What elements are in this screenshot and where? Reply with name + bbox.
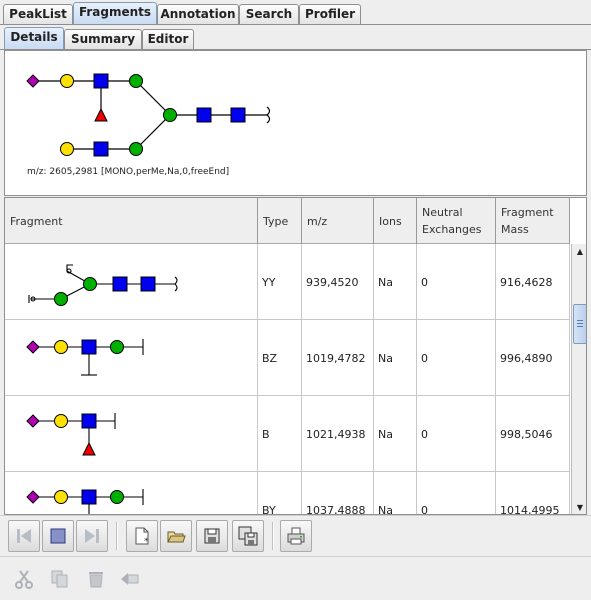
new-document-icon: * <box>135 527 149 546</box>
new-document-button[interactable]: * <box>126 520 158 552</box>
svg-text:*: * <box>144 537 149 546</box>
save-all-button[interactable] <box>232 520 264 552</box>
galactose-icon <box>60 142 74 156</box>
toolbar-separator <box>116 522 118 550</box>
type-cell: B <box>258 396 302 472</box>
table-header: Fragment Type m/z Ions Neutral Exchanges… <box>5 198 570 244</box>
table-row[interactable]: BZ 1019,4782 Na 0 996,4890 <box>5 320 570 396</box>
fragment-structure-icon <box>26 489 144 514</box>
neutral-exchanges-cell: 0 <box>417 320 496 396</box>
col-header-fragment[interactable]: Fragment <box>5 198 258 244</box>
tab-details[interactable]: Details <box>4 27 64 49</box>
ions-cell: Na <box>374 244 417 320</box>
scrollbar-thumb[interactable] <box>573 304 586 344</box>
copy-button[interactable] <box>44 563 76 595</box>
neutral-exchanges-cell: 0 <box>417 396 496 472</box>
mz-cell: 939,4520 <box>302 244 374 320</box>
neutral-exchanges-cell: 0 <box>417 244 496 320</box>
playback-file-toolbar: * <box>0 515 591 555</box>
fragment-cell <box>5 472 258 514</box>
fragment-mass-cell: 998,5046 <box>496 396 570 472</box>
fragment-mass-cell: 916,4628 <box>496 244 570 320</box>
stop-button[interactable] <box>42 520 74 552</box>
table-row[interactable]: BY 1037,4888 Na 0 1014,4995 <box>5 472 570 514</box>
scroll-down-icon[interactable]: ▼ <box>573 500 586 514</box>
toolbar-separator <box>272 522 274 550</box>
save-button[interactable] <box>196 520 228 552</box>
fragment-cell <box>5 320 258 396</box>
fragment-structure-icon <box>26 339 144 376</box>
paste-button[interactable] <box>114 563 146 595</box>
print-button[interactable] <box>280 520 312 552</box>
delete-icon <box>89 572 103 588</box>
scroll-up-icon[interactable]: ▲ <box>573 244 586 258</box>
sialic-acid-icon <box>26 74 40 88</box>
tab-divider <box>0 24 591 25</box>
tab-editor[interactable]: Editor <box>142 29 194 49</box>
glycan-structure-panel: m/z: 2605,2981 [MONO,perMe,Na,0,freeEnd] <box>4 50 587 196</box>
ions-cell: Na <box>374 320 417 396</box>
glcnac-icon <box>93 73 109 89</box>
tab-profiler[interactable]: Profiler <box>299 4 361 24</box>
mannose-icon <box>129 74 143 88</box>
mz-cell: 1021,4938 <box>302 396 374 472</box>
col-header-neutral-exchanges[interactable]: Neutral Exchanges <box>417 198 496 244</box>
ions-cell: Na <box>374 396 417 472</box>
table-row[interactable]: B 1021,4938 Na 0 998,5046 <box>5 396 570 472</box>
fragment-cell <box>5 396 258 472</box>
glcnac-icon <box>230 107 246 123</box>
glcnac-icon <box>93 141 109 157</box>
tab-fragments[interactable]: Fragments <box>73 2 157 24</box>
type-cell: BY <box>258 472 302 514</box>
step-back-icon <box>17 529 31 543</box>
col-header-fragment-mass[interactable]: Fragment Mass <box>496 198 570 244</box>
glycan-structure-diagram[interactable] <box>5 51 305 171</box>
open-folder-button[interactable] <box>160 520 192 552</box>
step-back-button[interactable] <box>8 520 40 552</box>
col-header-mz[interactable]: m/z <box>302 198 374 244</box>
fragments-table: Fragment Type m/z Ions Neutral Exchanges… <box>4 197 587 515</box>
ions-cell: Na <box>374 472 417 514</box>
mz-label: m/z: 2605,2981 [MONO,perMe,Na,0,freeEnd] <box>27 167 230 177</box>
copy-icon <box>51 570 68 588</box>
save-all-icon <box>238 526 258 546</box>
print-icon <box>287 527 305 545</box>
tab-search[interactable]: Search <box>239 4 299 24</box>
fragment-structure-icon <box>28 264 178 306</box>
stop-icon <box>50 528 66 544</box>
fragment-mass-cell: 996,4890 <box>496 320 570 396</box>
col-header-type[interactable]: Type <box>258 198 302 244</box>
step-forward-button[interactable] <box>76 520 108 552</box>
open-folder-icon <box>167 531 186 543</box>
cut-icon <box>15 570 33 589</box>
mz-cell: 1037,4888 <box>302 472 374 514</box>
edit-toolbar <box>0 556 591 600</box>
cut-button[interactable] <box>8 563 40 595</box>
fragment-structure-icon <box>26 413 116 456</box>
type-cell: BZ <box>258 320 302 396</box>
save-icon <box>204 528 220 544</box>
mz-cell: 1019,4782 <box>302 320 374 396</box>
neutral-exchanges-cell: 0 <box>417 472 496 514</box>
galactose-icon <box>60 74 74 88</box>
tab-annotation[interactable]: Annotation <box>157 4 239 24</box>
table-scrollbar[interactable]: ▲ ▼ <box>571 244 586 514</box>
glcnac-icon <box>196 107 212 123</box>
step-forward-icon <box>85 529 99 543</box>
tab-peaklist[interactable]: PeakList <box>3 4 73 24</box>
paste-icon <box>121 573 139 585</box>
fragment-cell <box>5 244 258 320</box>
mannose-icon <box>129 142 143 156</box>
type-cell: YY <box>258 244 302 320</box>
fucose-icon <box>94 107 108 122</box>
delete-button[interactable] <box>80 563 112 595</box>
table-row[interactable]: YY 939,4520 Na 0 916,4628 <box>5 244 570 320</box>
col-header-ions[interactable]: Ions <box>374 198 417 244</box>
mannose-icon <box>163 108 177 122</box>
fragment-mass-cell: 1014,4995 <box>496 472 570 514</box>
tab-summary[interactable]: Summary <box>64 29 142 49</box>
